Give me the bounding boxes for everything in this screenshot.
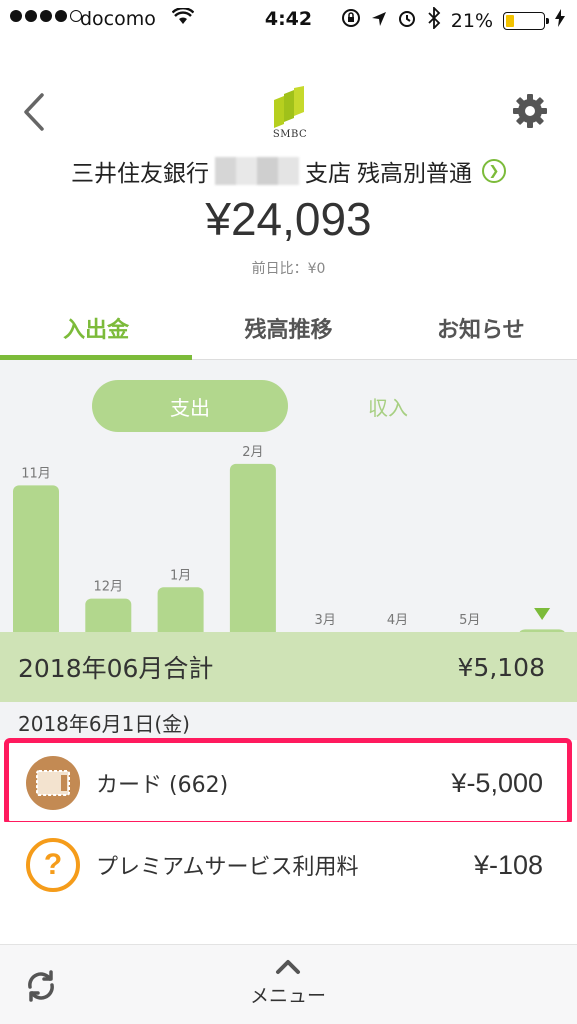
- chart-month-label: 12月: [94, 580, 124, 595]
- account-type: 残高別普通: [357, 161, 472, 187]
- menu-label: メニュー: [249, 985, 326, 1007]
- charging-icon: [555, 9, 565, 32]
- transaction-amount: ¥-5,000: [451, 767, 543, 798]
- chart-month-label: 5月: [459, 613, 480, 628]
- refresh-icon: [28, 970, 54, 1002]
- branch-suffix: 支店: [305, 161, 351, 187]
- battery-percent: 21%: [450, 9, 493, 32]
- status-bar: docomo 4:42 21%: [0, 0, 577, 40]
- transaction-amount: ¥-108: [473, 849, 543, 880]
- account-info[interactable]: 三井住友銀行 支店 残高別普通 ❯: [0, 154, 577, 188]
- back-button[interactable]: [18, 92, 48, 132]
- month-total-amount: ¥5,108: [457, 652, 545, 682]
- chart-month-label: 3月: [315, 613, 336, 628]
- tab-bar: 入出金 残高推移 お知らせ: [0, 296, 577, 360]
- chart-bar[interactable]: [229, 463, 276, 632]
- rotation-lock-icon: [341, 8, 361, 33]
- chart-bar[interactable]: [157, 587, 204, 632]
- masked-branch-name: [215, 157, 299, 185]
- chart-bar[interactable]: [13, 485, 59, 632]
- logo-text: SMBC: [272, 129, 308, 140]
- bottom-toolbar: メニュー: [0, 944, 577, 1024]
- chart-month-label: 4月: [387, 613, 408, 628]
- month-total-row: 2018年06月合計 ¥5,108: [0, 632, 577, 702]
- selected-month-marker-icon: [534, 608, 551, 620]
- chart-month-label: 2月: [242, 445, 263, 460]
- tab-deposits-withdrawals[interactable]: 入出金: [0, 296, 193, 360]
- monthly-chart-area: 11月12月1月2月3月4月5月6月 支出 収入: [0, 360, 577, 632]
- bluetooth-icon: [427, 5, 441, 34]
- chevron-left-icon: [24, 93, 44, 131]
- transaction-row-card[interactable]: カード (662) ¥-5,000: [0, 740, 577, 826]
- chevron-up-icon: [276, 960, 300, 974]
- gear-icon: [513, 94, 547, 128]
- account-balance: ¥24,093: [205, 193, 372, 245]
- chart-month-label: 11月: [21, 466, 51, 481]
- alarm-icon: [397, 8, 417, 33]
- bank-name: 三井住友銀行: [71, 161, 209, 187]
- previous-day-difference: 前日比：¥0: [251, 261, 326, 277]
- menu-button[interactable]: メニュー: [238, 959, 338, 1019]
- battery-icon: [503, 11, 549, 30]
- location-icon: [371, 10, 387, 32]
- transaction-label: プレミアムサービス利用料: [96, 855, 359, 880]
- chevron-right-circle-icon[interactable]: ❯: [482, 159, 506, 183]
- settings-button[interactable]: [511, 92, 549, 130]
- tab-balance-history[interactable]: 残高推移: [192, 296, 384, 359]
- chart-bar[interactable]: [85, 598, 132, 632]
- transaction-date-header: 2018年6月1日(金): [0, 702, 577, 740]
- transaction-row-premium[interactable]: ? プレミアムサービス利用料 ¥-108: [0, 822, 577, 908]
- question-icon: ?: [26, 838, 80, 892]
- card-icon: [26, 756, 80, 810]
- expense-toggle-button[interactable]: 支出: [92, 380, 288, 432]
- income-toggle-button[interactable]: 収入: [290, 380, 486, 432]
- tab-notifications[interactable]: お知らせ: [385, 296, 577, 359]
- month-total-label: 2018年06月合計: [18, 654, 214, 683]
- transaction-label: カード (662): [96, 773, 229, 798]
- smbc-logo: SMBC: [266, 86, 314, 142]
- refresh-button[interactable]: [22, 967, 60, 1005]
- monthly-expense-chart[interactable]: 11月12月1月2月3月4月5月6月: [0, 360, 577, 632]
- chart-month-label: 1月: [170, 568, 191, 583]
